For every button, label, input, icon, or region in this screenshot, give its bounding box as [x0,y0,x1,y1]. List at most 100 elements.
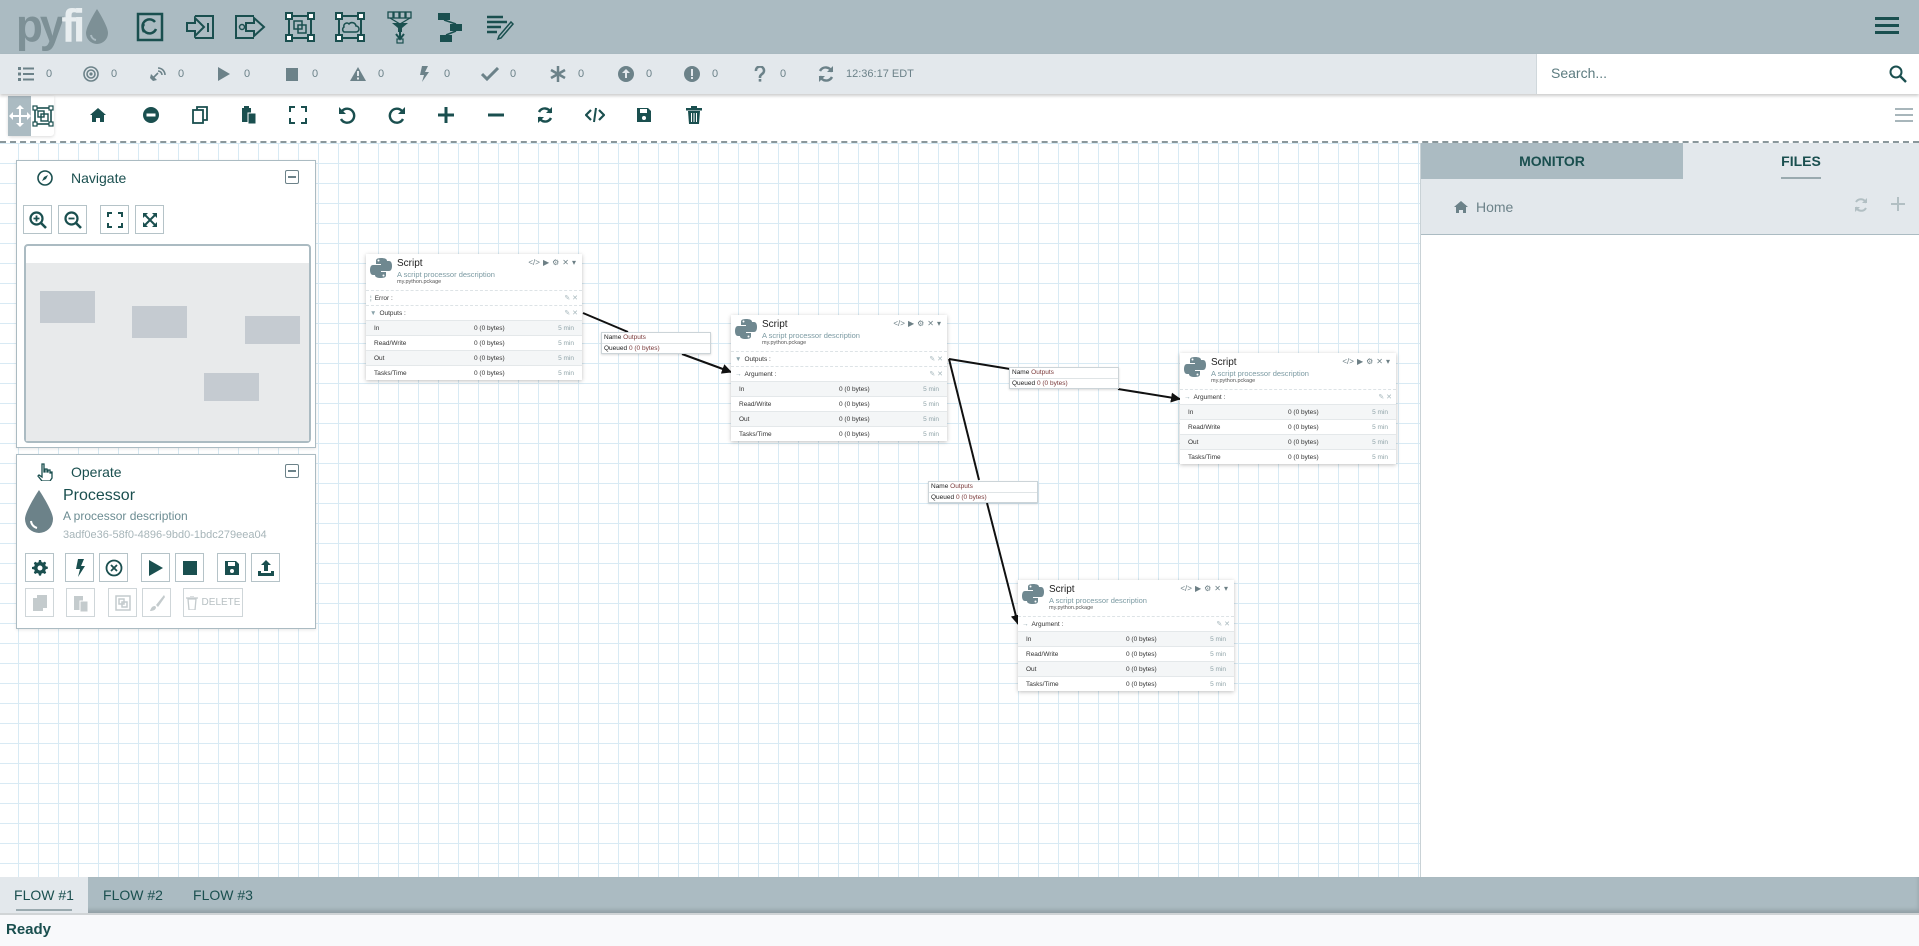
breadcrumb-home[interactable]: Home [1454,199,1513,215]
edit-remove-icons[interactable]: ✎ ✕ [564,309,578,317]
processor-node[interactable]: Script A script processor description my… [366,254,582,380]
edit-remove-icons[interactable]: ✎ ✕ [1216,620,1230,628]
close-icon[interactable]: ✕ [927,319,934,328]
main-menu-button[interactable] [1875,17,1899,35]
tab-files[interactable]: FILES [1683,143,1919,179]
tab-flow-2[interactable]: FLOW #2 [88,877,178,913]
search-icon[interactable] [1889,65,1907,88]
processor-node[interactable]: Script A script processor description my… [1180,353,1396,464]
chevron-down-icon[interactable]: ▾ [1386,357,1390,366]
fit-button[interactable] [287,104,309,126]
copy-button[interactable] [25,588,54,617]
pan-mode-button[interactable] [8,96,31,136]
stats-cell: 5 min [558,369,574,377]
close-icon[interactable]: ✕ [1214,584,1221,593]
tab-flow-1[interactable]: FLOW #1 [0,877,88,913]
start-button[interactable] [141,553,170,582]
connection-line[interactable] [1117,388,1181,403]
edit-remove-icons[interactable]: ✎ ✕ [929,355,943,363]
processor-icon[interactable] [125,7,175,47]
stop-button[interactable] [175,553,204,582]
home-button[interactable] [87,104,109,126]
zoom-in-button[interactable] [435,104,457,126]
play-icon[interactable]: ▶ [1357,357,1363,366]
redo-button[interactable] [386,104,408,126]
gear-icon[interactable]: ⚙ [1366,357,1373,366]
group-button[interactable] [108,588,137,617]
notes-icon[interactable] [475,7,525,47]
close-icon[interactable]: ✕ [562,258,569,267]
upload-button[interactable] [251,553,280,582]
add-file-button[interactable] [1891,197,1905,218]
close-icon[interactable]: ✕ [1376,357,1383,366]
connection-label[interactable]: Name Outputs Queued 0 (0 bytes) [928,481,1038,503]
collapse-operate-button[interactable] [285,464,299,478]
select-mode-button[interactable] [31,96,54,136]
delete-button[interactable] [683,104,705,126]
remote-group-icon[interactable] [325,7,375,47]
processor-node[interactable]: Script A script processor description my… [1018,580,1234,691]
save-button[interactable] [633,104,655,126]
edit-remove-icons[interactable]: ✎ ✕ [564,294,578,302]
connection-label[interactable]: Name Outputs Queued 0 (0 bytes) [601,332,711,354]
chevron-down-icon[interactable]: ▾ [937,319,941,328]
color-button[interactable] [142,588,171,617]
gear-icon[interactable]: ⚙ [552,258,559,267]
fit-screen-button[interactable] [100,205,129,234]
gear-icon[interactable]: ⚙ [917,319,924,328]
flow-canvas[interactable]: Name Outputs Queued 0 (0 bytes) Name Out… [0,143,1420,877]
actual-size-button[interactable] [135,205,164,234]
tab-monitor[interactable]: MONITOR [1421,143,1683,179]
zoom-out-button[interactable] [58,205,87,234]
collapse-navigate-button[interactable] [285,170,299,184]
output-port-icon[interactable] [225,7,275,47]
input-port-icon[interactable] [175,7,225,47]
connection-line[interactable] [948,358,1011,370]
zoom-out-button[interactable] [485,104,507,126]
enable-button[interactable] [65,553,94,582]
connection-line[interactable] [986,502,1021,625]
delete-processor-button[interactable]: DELETE [183,588,243,617]
process-group-icon[interactable] [275,7,325,47]
edit-remove-icons[interactable]: ✎ ✕ [929,370,943,378]
status-refresh[interactable]: 12:36:17 EDT [816,54,914,94]
funnel-icon[interactable] [375,7,425,47]
chevron-down-icon[interactable]: ▾ [572,258,576,267]
paste-button[interactable] [238,104,260,126]
code-icon[interactable]: </> [1342,357,1354,366]
play-icon[interactable]: ▶ [543,258,549,267]
connection-line[interactable] [681,353,732,374]
code-button[interactable] [584,104,606,126]
configure-button[interactable] [25,553,54,582]
refresh-files-button[interactable] [1853,197,1869,218]
disable-button[interactable] [99,553,128,582]
code-icon[interactable]: </> [893,319,905,328]
chevron-down-icon[interactable]: ▾ [1224,584,1228,593]
copy-button[interactable] [189,104,211,126]
play-icon[interactable]: ▶ [1195,584,1201,593]
refresh-canvas-button[interactable] [534,104,556,126]
paste-button[interactable] [66,588,95,617]
play-icon[interactable]: ▶ [908,319,914,328]
code-icon[interactable]: </> [528,258,540,267]
birdseye-view[interactable] [24,244,311,443]
remove-button[interactable] [140,104,162,126]
gear-icon[interactable]: ⚙ [1204,584,1211,593]
connection-line[interactable] [582,312,629,333]
processor-node[interactable]: Script A script processor description my… [731,315,947,441]
toolbar-menu-button[interactable] [1895,108,1913,126]
code-icon[interactable]: </> [1180,584,1192,593]
flow-tree-icon[interactable] [425,7,475,47]
connection-line[interactable] [948,358,980,481]
target-icon [81,64,101,84]
edit-remove-icons[interactable]: ✎ ✕ [1378,393,1392,401]
sync-icon [1855,198,1867,212]
save-template-button[interactable] [217,553,246,582]
undo-button[interactable] [336,104,358,126]
refresh-icon[interactable] [816,64,836,84]
connection-label[interactable]: Name Outputs Queued 0 (0 bytes) [1009,367,1119,389]
tab-flow-3[interactable]: FLOW #3 [178,877,268,913]
list-icon [16,64,36,84]
zoom-in-button[interactable] [23,205,52,234]
search-input[interactable] [1551,54,1871,92]
